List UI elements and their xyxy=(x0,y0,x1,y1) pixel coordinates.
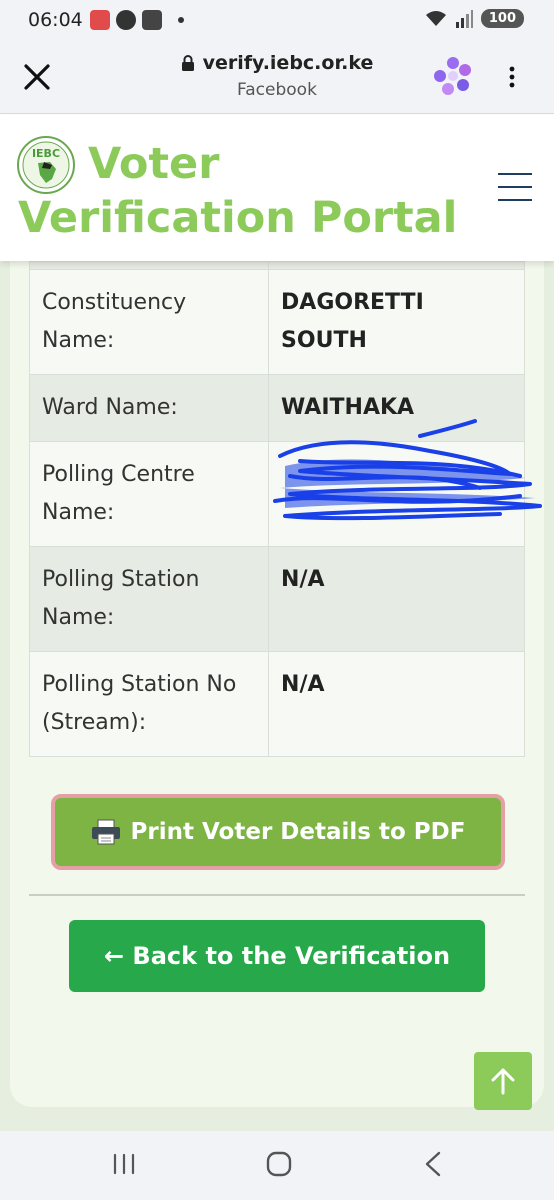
main-content: Constituency Name: DAGORETTI SOUTH Ward … xyxy=(0,261,554,1131)
detail-label: Polling Centre Name: xyxy=(30,442,270,546)
detail-label: Polling Station No (Stream): xyxy=(30,652,270,756)
detail-label: Ward Name: xyxy=(30,375,270,441)
home-icon[interactable] xyxy=(266,1151,292,1177)
table-row: Constituency Name: DAGORETTI SOUTH xyxy=(30,269,524,374)
more-options-icon[interactable] xyxy=(508,66,516,88)
lock-icon xyxy=(181,55,194,71)
recent-apps-icon[interactable] xyxy=(112,1153,136,1175)
health-app-icon xyxy=(90,10,110,30)
extension-flower-icon[interactable] xyxy=(432,55,474,97)
table-row: Polling Station Name: N/A xyxy=(30,546,524,651)
messages-icon xyxy=(116,10,136,30)
close-icon[interactable] xyxy=(22,62,52,92)
back-button-label: ← Back to the Verification xyxy=(103,942,451,970)
voter-details-card: Constituency Name: DAGORETTI SOUTH Ward … xyxy=(10,261,544,1110)
status-right: 100 xyxy=(425,9,524,28)
browser-toolbar: verify.iebc.or.ke Facebook xyxy=(0,40,554,114)
printer-icon xyxy=(91,819,120,845)
detail-label: Polling Station Name: xyxy=(30,547,270,651)
signal-icon xyxy=(455,9,473,28)
scroll-to-top-button[interactable] xyxy=(474,1052,532,1110)
detail-value: N/A xyxy=(281,672,325,697)
table-row xyxy=(30,261,524,269)
table-row: Polling Station No (Stream): N/A xyxy=(30,651,524,756)
menu-icon[interactable] xyxy=(498,173,532,203)
battery-indicator: 100 xyxy=(480,9,524,28)
system-nav-bar xyxy=(0,1131,554,1200)
detail-value: N/A xyxy=(281,567,325,592)
detail-value: DAGORETTI SOUTH xyxy=(281,290,424,353)
back-icon[interactable] xyxy=(424,1151,442,1177)
site-title: Voter Verification Portal xyxy=(18,139,458,243)
bible-app-icon xyxy=(142,10,162,30)
print-button-label: Print Voter Details to PDF xyxy=(130,819,466,845)
redaction-scribble xyxy=(273,419,542,521)
status-bar: 06:04 100 xyxy=(0,0,554,40)
wifi-icon xyxy=(425,10,446,26)
address-bar[interactable]: verify.iebc.or.ke Facebook xyxy=(150,52,404,100)
back-to-verification-button[interactable]: ← Back to the Verification xyxy=(69,920,485,992)
notification-icons xyxy=(90,10,184,30)
arrow-up-icon xyxy=(491,1068,515,1095)
status-time: 06:04 xyxy=(28,9,83,31)
detail-label: Constituency Name: xyxy=(30,270,270,374)
url-text: verify.iebc.or.ke xyxy=(202,52,374,74)
browser-source: Facebook xyxy=(237,80,317,100)
site-header: IEBC Voter Verification Portal xyxy=(0,115,554,261)
more-notifications-icon xyxy=(178,17,184,23)
divider xyxy=(29,894,525,896)
print-pdf-button[interactable]: Print Voter Details to PDF xyxy=(51,794,505,870)
